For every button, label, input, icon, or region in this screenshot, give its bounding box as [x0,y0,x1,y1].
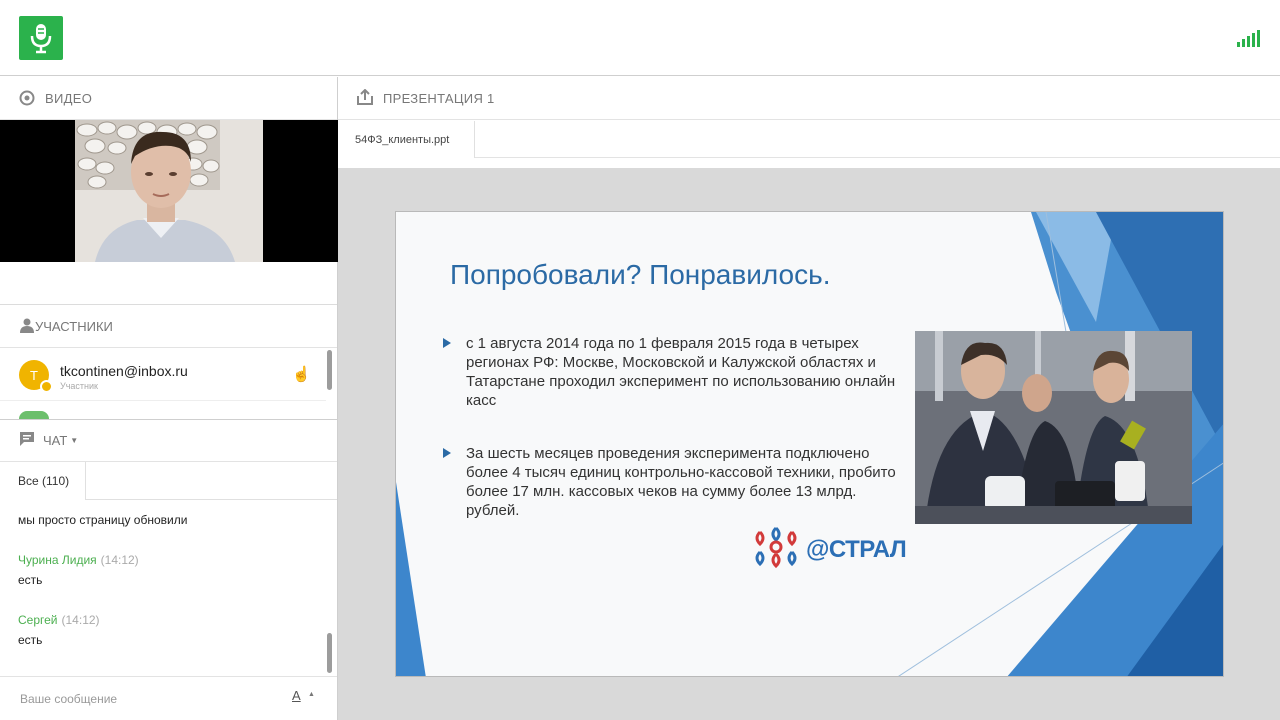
file-tab[interactable]: 54ФЗ_клиенты.ppt [338,121,475,158]
top-bar [0,0,1280,76]
participant-row[interactable]: T tkcontinen@inbox.ru Участник ☝ [0,349,326,401]
slide-bullet: За шесть месяцев проведения эксперимента… [443,444,903,520]
participant-badge-icon [40,380,53,393]
chat-panel-title: ЧАТ [43,433,68,448]
slide-stage: Попробовали? Понравилось. с 1 августа 20… [338,168,1280,720]
slide-photo [915,331,1192,524]
presentation-panel: ПРЕЗЕНТАЦИЯ 1 54ФЗ_клиенты.ppt Попробова… [338,77,1280,720]
video-icon [19,90,35,106]
chat-messages: мы просто страницу обновили Чурина Лидия… [0,500,326,678]
microphone-logo-icon[interactable] [19,16,63,60]
chat-message-input[interactable] [20,689,270,709]
avatar [19,411,49,419]
chat-message-text: мы просто страницу обновили [18,513,188,527]
slide-bullet-text: За шесть месяцев проведения эксперимента… [466,445,896,519]
participants-panel-header: УЧАСТНИКИ [0,304,337,348]
left-panel: ВИДЕО УЧАСТНИКИ T tkcontinen@inbox.ru Уч… [0,77,338,720]
presentation-panel-header: ПРЕЗЕНТАЦИЯ 1 [338,77,1280,120]
chat-icon [19,431,35,450]
chat-time: (14:12) [100,553,139,567]
upload-icon[interactable] [357,88,373,108]
divider [475,157,1280,158]
chat-time: (14:12) [61,613,100,627]
chat-message-text: есть [18,573,43,587]
user-icon [19,317,35,336]
participant-role: Участник [60,381,98,391]
chat-message-meta: Сергей (14:12) [18,613,100,627]
chat-panel-header[interactable]: ЧАТ ▼ [0,419,337,462]
chat-tab-all[interactable]: Все (110) [0,462,86,500]
chevron-down-icon[interactable]: ▼ [70,436,78,445]
slide-bullet-text: с 1 августа 2014 года по 1 февраля 2015 … [466,335,896,409]
participants-scrollbar[interactable] [327,350,332,390]
slide-bullet: с 1 августа 2014 года по 1 февраля 2015 … [443,334,903,410]
chat-message-meta: Чурина Лидия (14:12) [18,553,139,567]
chat-author: Чурина Лидия [18,553,97,567]
chat-message-text: есть [18,633,43,647]
video-panel-title: ВИДЕО [45,90,93,106]
astral-logo-text: @СТРАЛ [806,536,907,563]
presentation-slide: Попробовали? Понравилось. с 1 августа 20… [395,211,1224,677]
text-format-button[interactable]: A [292,688,301,703]
video-panel-header: ВИДЕО [0,77,337,120]
participants-panel-title: УЧАСТНИКИ [35,318,113,334]
raise-hand-icon[interactable]: ☝ [292,365,311,383]
chat-author: Сергей [18,613,58,627]
participant-email: tkcontinen@inbox.ru [60,363,188,379]
speaker-video [75,120,263,262]
bullet-arrow-icon [443,448,451,458]
signal-strength-icon [1237,30,1261,47]
presentation-panel-title: ПРЕЗЕНТАЦИЯ 1 [383,90,495,106]
video-feed[interactable] [0,120,338,262]
slide-title: Попробовали? Понравилось. [450,259,831,290]
chat-scrollbar[interactable] [327,633,332,673]
bullet-arrow-icon [443,338,451,348]
chevron-up-icon[interactable]: ▲ [308,691,315,698]
chat-input-bar: A ▲ [0,676,337,720]
